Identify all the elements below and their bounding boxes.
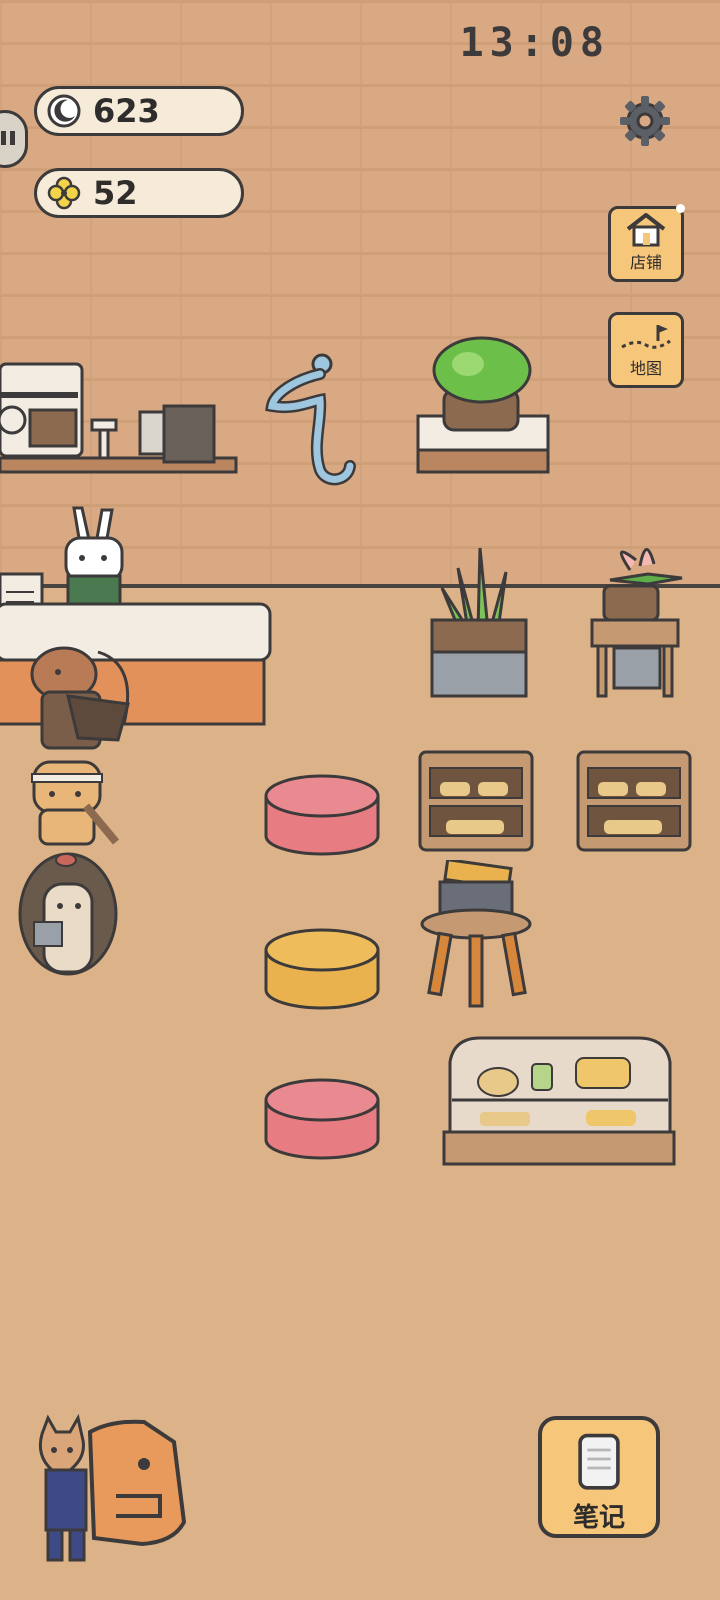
bunny-shopkeeper[interactable] [60,504,132,614]
moon-count: 623 [93,92,160,130]
map-label: 地图 [629,359,662,378]
cat-backpack-character[interactable] [34,1412,194,1568]
book-side-table[interactable] [420,860,540,1020]
puppy-customer[interactable] [30,756,130,850]
bread-shelf-2[interactable] [574,748,696,858]
moon-currency-pill[interactable]: 623 [34,86,244,136]
clover-currency-pill[interactable]: 52 [34,168,244,218]
map-icon [621,325,671,349]
snake-plant [430,547,528,698]
hedgehog-customer[interactable] [16,848,120,982]
bread-shelf-1[interactable] [416,748,538,858]
yellow-cushion-stool[interactable] [262,924,384,1014]
clock-time: 13:08 [459,20,610,66]
pink-cushion-stool-2[interactable] [262,1074,384,1164]
map-button[interactable]: 地图 [608,312,684,388]
side-pause-tab[interactable] [0,110,28,168]
moon-icon [47,94,81,128]
pink-cushion-stool-1[interactable] [262,770,384,860]
bakery-display-case[interactable] [440,1032,680,1172]
shop-button[interactable]: 店铺 [608,206,684,282]
clover-icon [47,176,81,210]
gear-icon[interactable] [618,94,672,148]
notes-button[interactable]: 笔记 [538,1416,660,1538]
clover-count: 52 [93,174,138,212]
seahorse-decoration [265,353,356,486]
capybara-customer[interactable] [28,644,148,760]
notification-dot [676,204,685,213]
flower-pot-stand [590,548,683,698]
notebook-icon [578,1433,620,1490]
shop-label: 店铺 [629,253,662,272]
wall-shelf-plant [416,336,550,474]
house-icon [626,213,666,247]
coffee-machine-shelf [0,362,238,474]
notes-label: 笔记 [572,1503,625,1533]
